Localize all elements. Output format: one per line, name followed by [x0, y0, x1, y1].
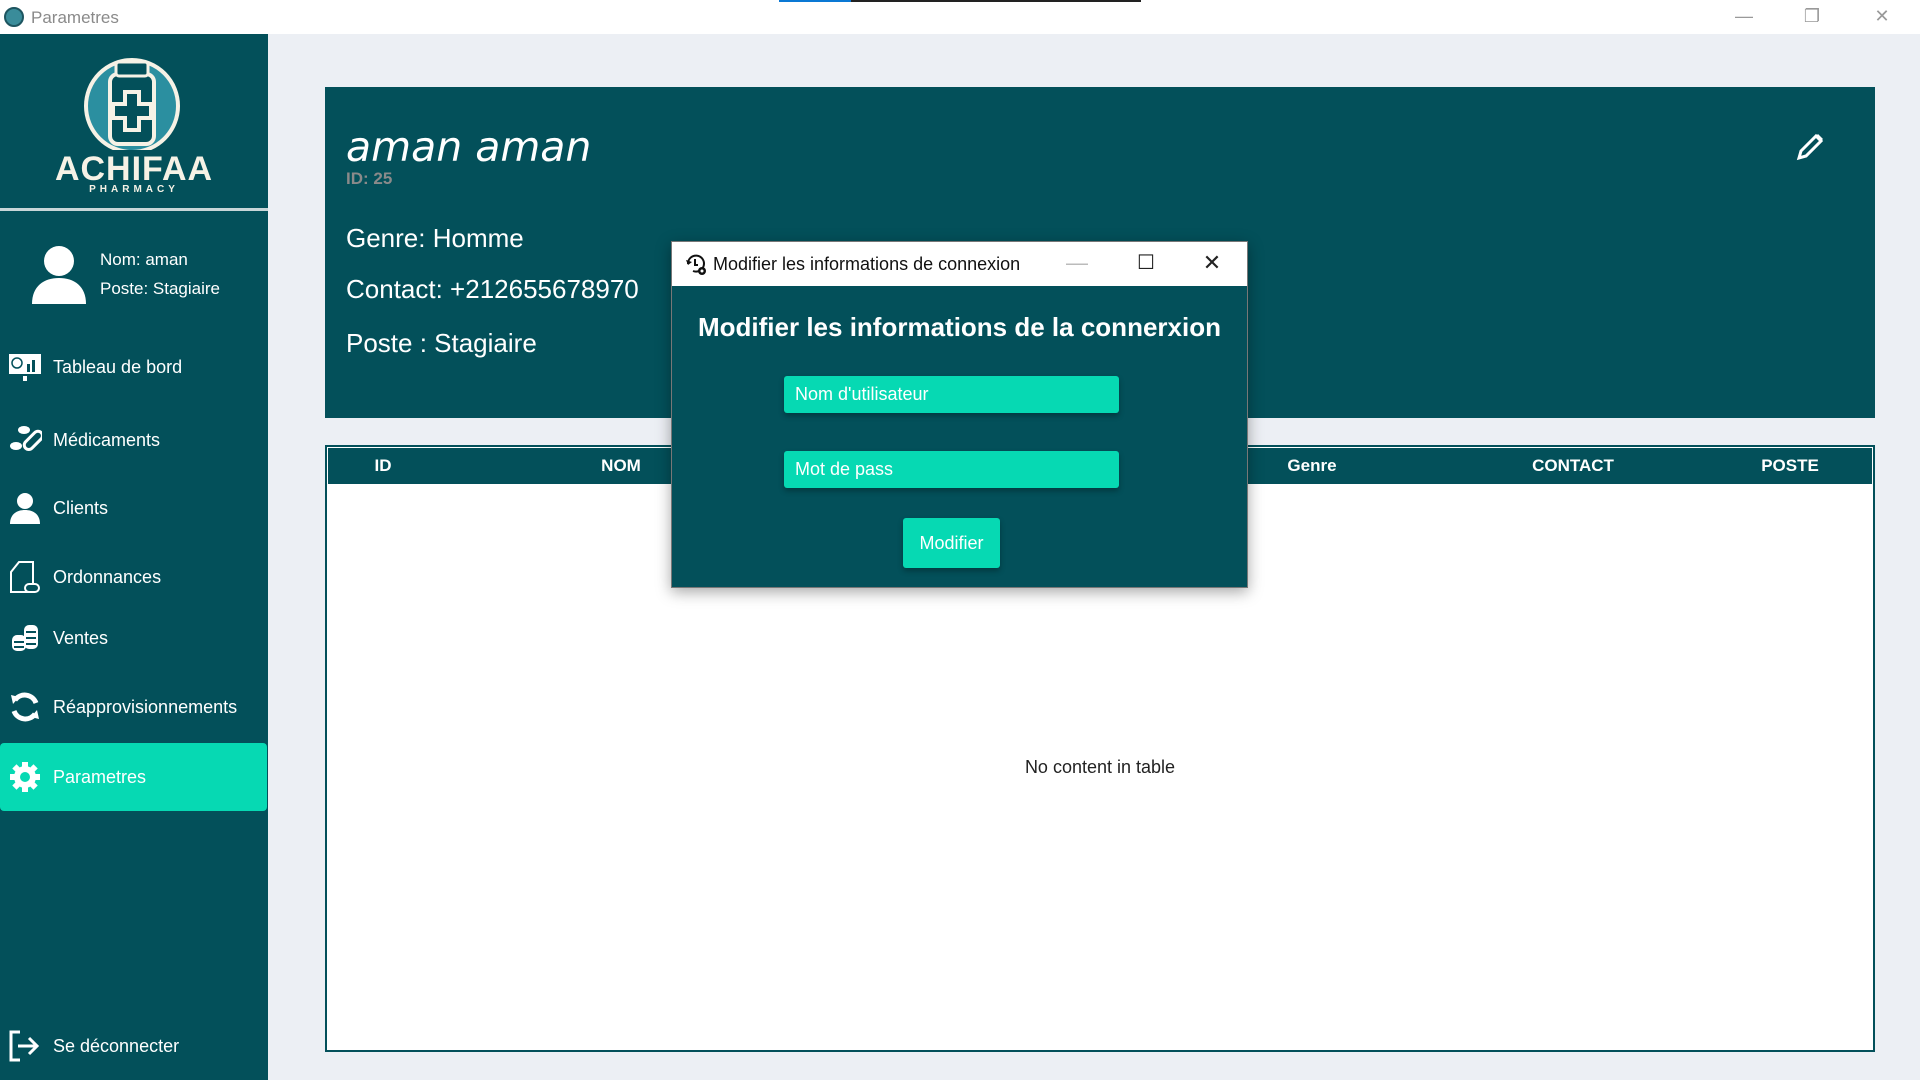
employee-name: aman aman [346, 123, 592, 171]
logout-icon [8, 1029, 42, 1063]
logout-label: Se déconnecter [53, 1035, 180, 1056]
restore-button[interactable]: ❐ [1782, 0, 1842, 34]
sidebar-item-ventes[interactable]: Ventes [0, 604, 267, 672]
sidebar-item-tableau-de-bord[interactable]: Tableau de bord [0, 333, 267, 401]
coins-icon [8, 623, 42, 653]
dashboard-icon [8, 352, 42, 382]
password-input[interactable] [784, 451, 1119, 488]
sidebar: ACHIFAA PHARMACY Nom: aman Poste: Stagia… [0, 34, 268, 1080]
history-settings-icon [686, 254, 706, 275]
sidebar-item-reapprovisionnements[interactable]: Réapprovisionnements [0, 673, 267, 741]
dialog-close-button[interactable]: ✕ [1187, 242, 1237, 286]
user-avatar-icon [32, 246, 86, 304]
sidebar-item-label: Parametres [53, 766, 147, 787]
dialog-title-bar: Modifier les informations de connexion —… [672, 242, 1247, 286]
column-header-id[interactable]: ID [375, 456, 392, 476]
employee-poste: Poste : Stagiaire [346, 328, 537, 358]
sidebar-item-label: Ordonnances [53, 566, 162, 587]
sidebar-item-parametres[interactable]: Parametres [0, 743, 267, 811]
minimize-button[interactable]: — [1714, 0, 1774, 34]
edit-credentials-dialog: Modifier les informations de connexion —… [671, 241, 1248, 588]
pills-icon [8, 424, 42, 456]
brand-tagline: PHARMACY [89, 184, 179, 195]
sidebar-item-label: Réapprovisionnements [53, 696, 238, 717]
user-icon [8, 492, 42, 524]
sidebar-item-label: Médicaments [53, 429, 161, 450]
loading-indicator [779, 0, 1141, 2]
empty-table-message: No content in table [1024, 757, 1176, 777]
dialog-title: Modifier les informations de connexion [713, 254, 1021, 274]
refresh-icon [8, 691, 42, 723]
app-icon [4, 7, 24, 27]
employee-contact: Contact: +212655678970 [346, 274, 639, 304]
sidebar-item-label: Ventes [53, 627, 109, 648]
sidebar-item-clients[interactable]: Clients [0, 474, 267, 542]
pharmacy-logo-icon [84, 58, 180, 150]
logout-button[interactable]: Se déconnecter [0, 1012, 267, 1080]
logo: ACHIFAA PHARMACY [0, 34, 268, 211]
title-bar: Parametres — ❐ ✕ [0, 0, 1920, 34]
column-header-contact[interactable]: CONTACT [1532, 456, 1614, 476]
sidebar-item-ordonnances[interactable]: Ordonnances [0, 543, 267, 611]
prescription-icon [8, 560, 42, 594]
column-header-genre[interactable]: Genre [1287, 456, 1336, 476]
edit-pencil-icon[interactable] [1795, 132, 1825, 162]
employee-genre: Genre: Homme [346, 223, 524, 253]
dialog-minimize-button[interactable]: — [1052, 242, 1102, 286]
dialog-heading: Modifier les informations de la connerxi… [698, 312, 1221, 342]
modifier-button[interactable]: Modifier [903, 518, 1000, 568]
profile-name: Nom: aman [100, 250, 188, 269]
username-input[interactable] [784, 376, 1119, 413]
window-title: Parametres [31, 8, 119, 27]
sidebar-item-label: Tableau de bord [53, 356, 183, 377]
column-header-poste[interactable]: POSTE [1761, 456, 1819, 476]
dialog-maximize-button[interactable]: ☐ [1121, 242, 1171, 286]
gear-icon [8, 761, 42, 793]
sidebar-item-label: Clients [53, 497, 109, 518]
profile-post: Poste: Stagiaire [100, 279, 221, 298]
sidebar-item-medicaments[interactable]: Médicaments [0, 406, 267, 474]
column-header-nom[interactable]: NOM [601, 456, 641, 476]
close-button[interactable]: ✕ [1852, 0, 1912, 34]
employee-id: ID: 25 [346, 169, 393, 188]
